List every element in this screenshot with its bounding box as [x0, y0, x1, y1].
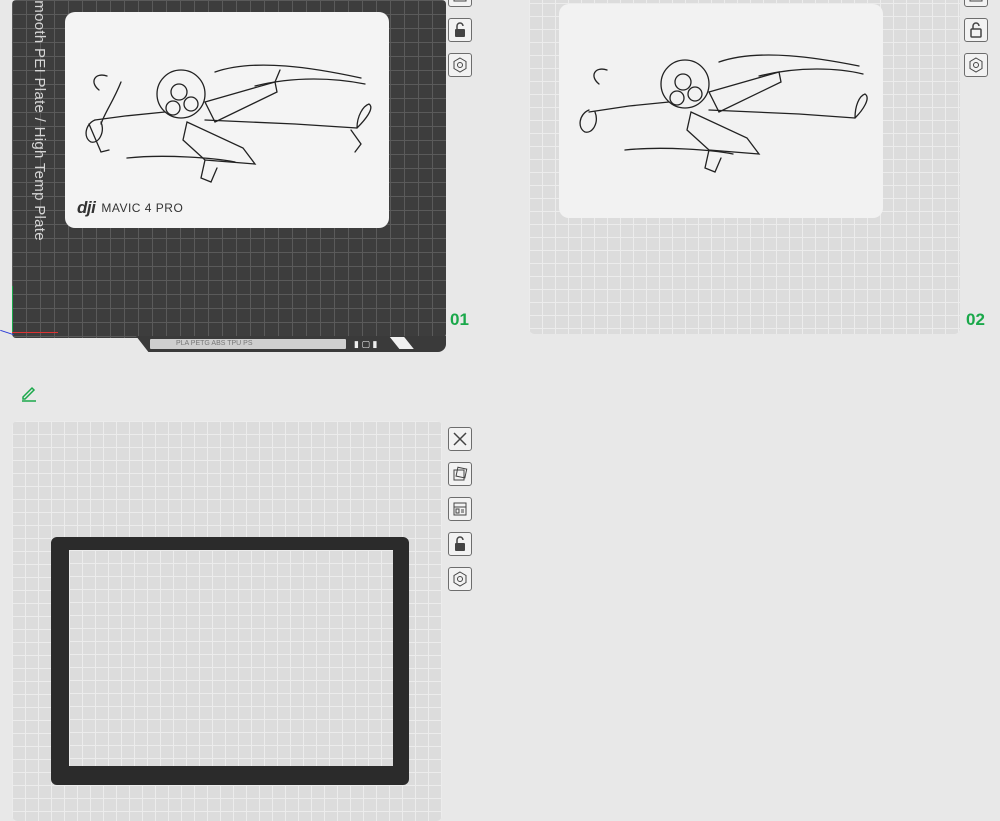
plate-02-toolbar [964, 0, 990, 88]
lock-icon [455, 536, 465, 551]
print-model-card[interactable]: dji MAVIC 4 PRO [65, 12, 389, 228]
brand-logo: dji MAVIC 4 PRO [77, 198, 184, 217]
arrange-button[interactable] [448, 0, 472, 7]
lock-icon [455, 22, 465, 37]
plate-03[interactable] [12, 421, 442, 821]
settings-button[interactable] [964, 53, 988, 77]
settings-button[interactable] [448, 53, 472, 77]
drone-illustration [85, 64, 372, 183]
lock-button[interactable] [964, 18, 988, 42]
strip-icons: ▮ ▢ ▮ [354, 339, 378, 349]
arrange-button[interactable] [448, 497, 472, 521]
filament-compat-label: PLA PETG ABS TPU PS [150, 339, 346, 349]
plate-01-toolbar [448, 0, 474, 88]
arrange-button[interactable] [964, 0, 988, 7]
lock-button[interactable] [448, 18, 472, 42]
lock-button[interactable] [448, 532, 472, 556]
arrange-icon [969, 0, 983, 2]
frame-model[interactable] [51, 537, 409, 785]
auto-orient-icon [453, 466, 468, 481]
auto-orient-button[interactable] [448, 462, 472, 486]
plate-number-01: 01 [450, 310, 469, 329]
axis-indicator [0, 286, 62, 336]
settings-button[interactable] [448, 567, 472, 591]
close-icon [453, 432, 467, 446]
lock-icon [970, 22, 982, 38]
plate-number-02: 02 [966, 310, 985, 329]
arrange-icon [453, 0, 467, 2]
arrange-icon [453, 502, 467, 516]
settings-icon [453, 57, 467, 73]
drone-illustration-02 [579, 54, 868, 173]
plate-03-toolbar [448, 427, 474, 602]
bed-type-label: Smooth PEI Plate / High Temp Plate [31, 0, 48, 241]
settings-icon [453, 571, 467, 587]
plate-01[interactable]: Smooth PEI Plate / High Temp Plate dji M… [0, 0, 446, 338]
settings-icon [969, 57, 983, 73]
print-model-card-02[interactable] [559, 4, 883, 218]
pencil-icon[interactable] [20, 384, 38, 402]
plate-02[interactable] [529, 0, 960, 334]
delete-plate-button[interactable] [448, 427, 472, 451]
frame-opening [69, 550, 393, 766]
